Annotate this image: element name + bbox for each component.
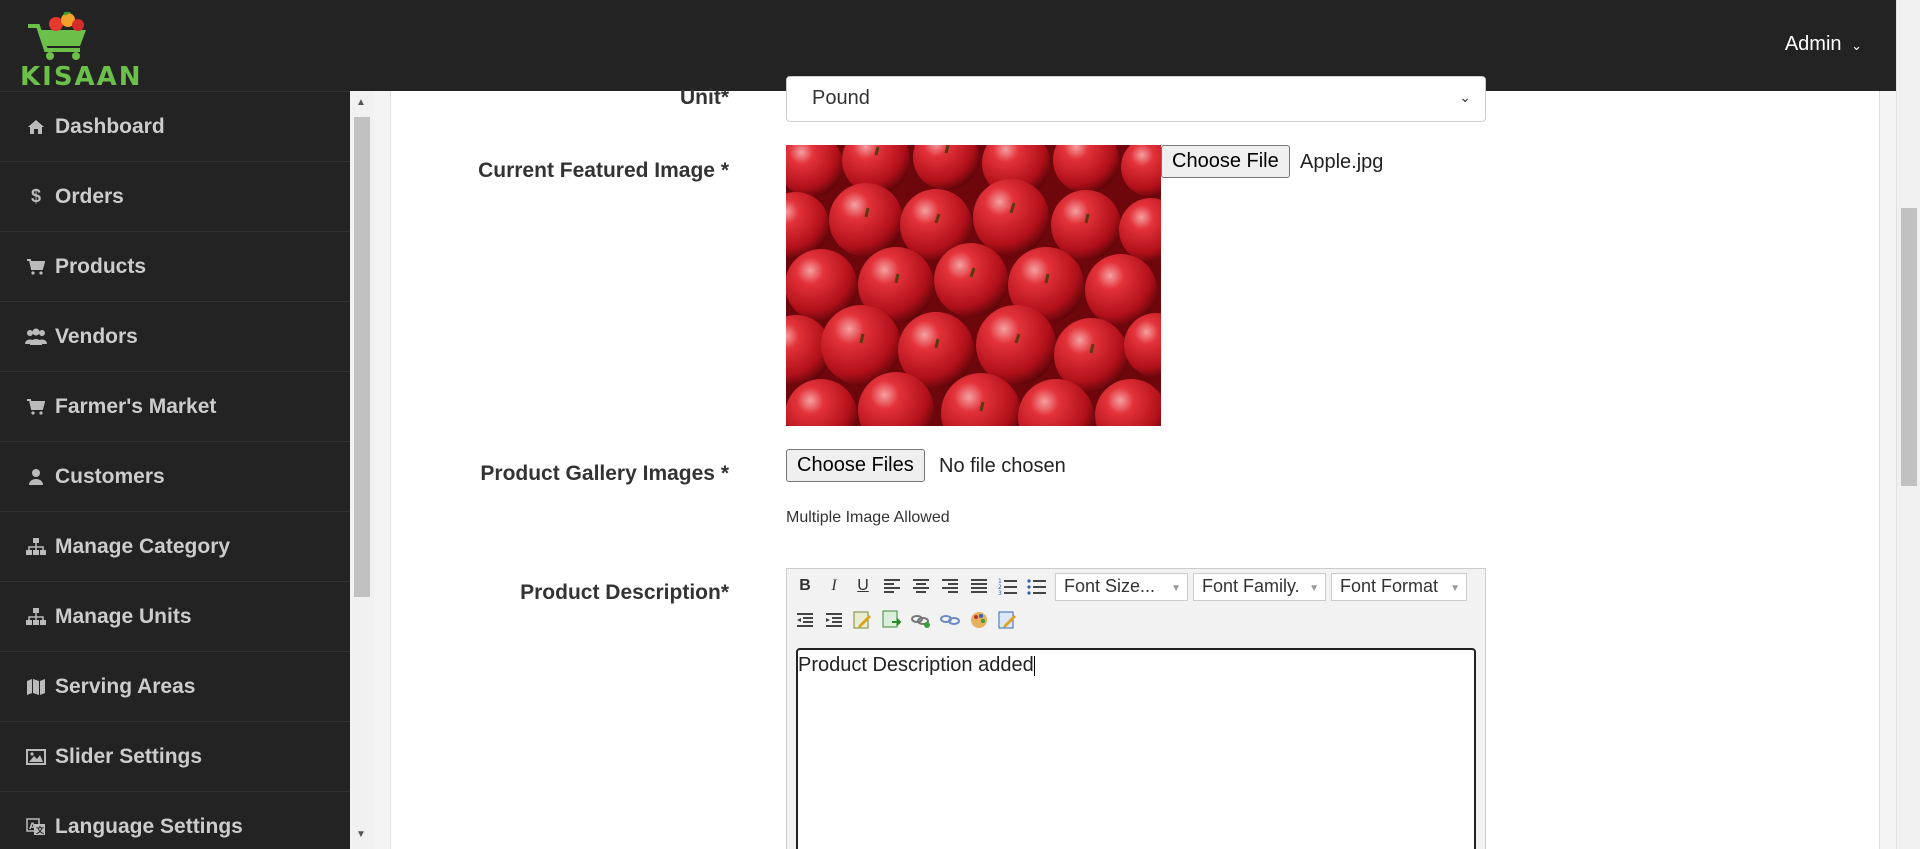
home-icon	[25, 116, 47, 138]
font-family-select-label: Font Family.	[1202, 576, 1300, 596]
sidebar-scrollbar-thumb[interactable]	[354, 117, 370, 597]
unit-select-value: Pound	[812, 87, 870, 109]
caret-down-icon: ▼	[1309, 583, 1319, 594]
sidebar-item-serving-areas[interactable]: Serving Areas	[0, 651, 350, 721]
scroll-up-arrow-icon[interactable]: ▲	[356, 97, 366, 108]
scroll-down-arrow-icon[interactable]: ▼	[356, 829, 366, 840]
sidebar-item-orders[interactable]: $ Orders	[0, 161, 350, 231]
align-center-icon[interactable]	[909, 574, 933, 598]
choose-files-button[interactable]: Choose Files	[786, 449, 925, 482]
align-left-icon[interactable]	[880, 574, 904, 598]
justify-icon[interactable]	[967, 574, 991, 598]
outdent-icon[interactable]	[793, 608, 817, 632]
unlink-icon[interactable]	[938, 608, 962, 632]
sidebar-item-manage-category[interactable]: Manage Category	[0, 511, 350, 581]
map-icon	[25, 676, 47, 698]
users-icon	[25, 326, 47, 348]
sidebar-item-slider-settings[interactable]: Slider Settings	[0, 721, 350, 791]
chevron-down-icon: ⌄	[1459, 89, 1471, 105]
sidebar-item-products[interactable]: Products	[0, 231, 350, 301]
description-textarea[interactable]: Product Description added	[796, 648, 1476, 849]
gallery-images-label: Product Gallery Images *	[480, 462, 729, 485]
sidebar-item-label: Vendors	[55, 324, 138, 348]
description-text: Product Description added	[798, 654, 1034, 676]
logo-text: KISAAN	[20, 62, 143, 92]
cart-logo-icon	[28, 10, 86, 60]
cart-icon	[25, 396, 47, 418]
indent-icon[interactable]	[822, 608, 846, 632]
page-scrollbar-thumb[interactable]	[1901, 208, 1917, 486]
dollar-icon: $	[30, 186, 41, 206]
sidebar-scrollbar[interactable]: ▲ ▼	[350, 91, 374, 849]
language-icon: A文	[25, 816, 47, 838]
sidebar-item-vendors[interactable]: Vendors	[0, 301, 350, 371]
sidebar-item-label: Serving Areas	[55, 674, 196, 698]
sidebar-item-customers[interactable]: Customers	[0, 441, 350, 511]
sidebar-item-language-settings[interactable]: A文 Language Settings	[0, 791, 350, 849]
color-palette-icon[interactable]	[967, 608, 991, 632]
gallery-hint: Multiple Image Allowed	[786, 509, 950, 526]
sidebar-item-label: Manage Units	[55, 604, 192, 628]
font-size-select-label: Font Size...	[1064, 576, 1156, 596]
bold-icon[interactable]: B	[793, 574, 817, 598]
rich-text-editor: B I U 123 Font Size... ▼ Font Family. ▼ …	[786, 568, 1486, 849]
sidebar-item-dashboard[interactable]: Dashboard	[0, 91, 350, 161]
edit-html-icon[interactable]	[851, 608, 875, 632]
svg-text:文: 文	[36, 825, 45, 835]
sitemap-icon	[25, 606, 47, 628]
sidebar-item-label: Manage Category	[55, 534, 231, 558]
sidebar-item-label: Customers	[55, 464, 165, 488]
chevron-down-icon: ⌄	[1851, 38, 1862, 53]
sidebar-item-label: Slider Settings	[55, 744, 203, 768]
gallery-file-status: No file chosen	[939, 455, 1066, 477]
admin-menu-label: Admin	[1784, 33, 1842, 55]
image-icon	[25, 746, 47, 768]
kisaan-logo[interactable]: KISAAN	[20, 10, 141, 92]
editor-toolbar: B I U 123 Font Size... ▼ Font Family. ▼ …	[787, 569, 1487, 641]
svg-text:3: 3	[998, 590, 1002, 595]
sidebar-item-label: Language Settings	[55, 814, 243, 838]
ordered-list-icon[interactable]: 123	[996, 574, 1020, 598]
featured-image-filename: Apple.jpg	[1300, 151, 1384, 173]
underline-icon[interactable]: U	[851, 574, 875, 598]
sidebar-item-farmers-market[interactable]: Farmer's Market	[0, 371, 350, 441]
insert-image-icon[interactable]	[880, 608, 904, 632]
font-family-select[interactable]: Font Family. ▼	[1193, 573, 1326, 601]
font-size-select[interactable]: Font Size... ▼	[1055, 573, 1188, 601]
caret-down-icon: ▼	[1171, 583, 1181, 594]
align-right-icon[interactable]	[938, 574, 962, 598]
description-label: Product Description*	[520, 581, 729, 604]
page-scrollbar[interactable]	[1896, 0, 1920, 849]
unit-select[interactable]: Pound ⌄	[786, 76, 1486, 122]
admin-menu[interactable]: Admin ⌄	[1785, 33, 1862, 56]
text-cursor	[1033, 655, 1035, 676]
unit-label: Unit*	[680, 86, 729, 109]
sitemap-icon	[25, 536, 47, 558]
sidebar: Dashboard $ Orders Products Vendors Farm…	[0, 91, 350, 849]
font-format-select-label: Font Format	[1340, 576, 1439, 596]
insert-link-icon[interactable]	[909, 608, 933, 632]
sidebar-item-label: Farmer's Market	[55, 394, 217, 418]
cart-icon	[25, 256, 47, 278]
sidebar-item-label: Products	[55, 254, 147, 278]
caret-down-icon: ▼	[1450, 583, 1460, 594]
italic-icon[interactable]: I	[822, 574, 846, 598]
sidebar-item-manage-units[interactable]: Manage Units	[0, 581, 350, 651]
sidebar-item-label: Dashboard	[55, 114, 165, 138]
apples-image	[786, 145, 1161, 426]
user-icon	[25, 466, 47, 488]
product-form: Unit* Pound ⌄ Current Featured Image * C…	[390, 76, 1880, 849]
font-format-select[interactable]: Font Format ▼	[1331, 573, 1467, 601]
featured-image-label: Current Featured Image *	[478, 159, 729, 182]
featured-image-preview	[786, 145, 1161, 426]
choose-file-button[interactable]: Choose File	[1161, 145, 1290, 178]
unordered-list-icon[interactable]	[1025, 574, 1049, 598]
edit-source-icon[interactable]	[996, 608, 1020, 632]
sidebar-item-label: Orders	[55, 184, 124, 208]
